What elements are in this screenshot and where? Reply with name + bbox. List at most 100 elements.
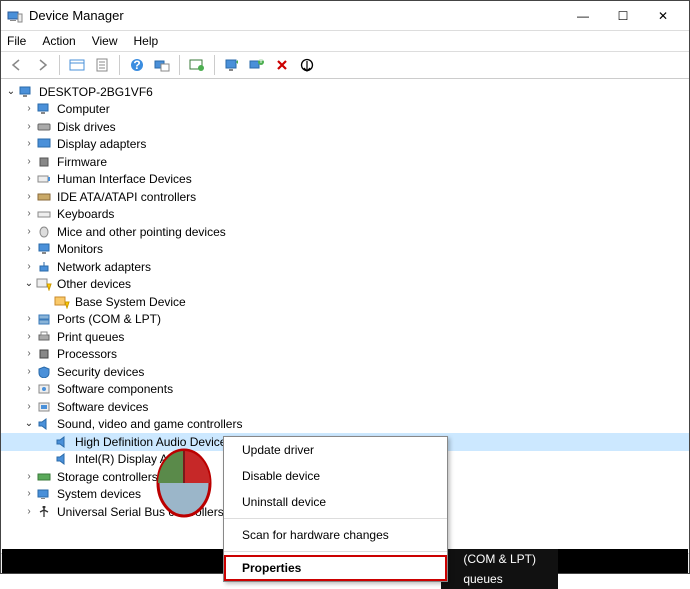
tree-label: System devices — [57, 485, 141, 503]
tree-item-sound-controllers[interactable]: ⌄ Sound, video and game controllers — [1, 416, 689, 434]
devices-button[interactable] — [152, 55, 172, 75]
tree-item-mice[interactable]: ›Mice and other pointing devices — [1, 223, 689, 241]
tree-item-software-devices[interactable]: ›Software devices — [1, 398, 689, 416]
chevron-right-icon[interactable]: › — [23, 135, 35, 153]
tree-item-processors[interactable]: ›Processors — [1, 346, 689, 364]
tree-item-other-devices[interactable]: ⌄Other devices — [1, 276, 689, 294]
help-button[interactable]: ? — [127, 55, 147, 75]
sound-icon — [53, 451, 71, 467]
chevron-right-icon[interactable]: › — [23, 345, 35, 363]
tree-item-monitors[interactable]: › Monitors — [1, 241, 689, 259]
chevron-right-icon[interactable]: › — [23, 468, 35, 486]
chip-icon — [35, 154, 53, 170]
chevron-right-icon[interactable]: › — [23, 205, 35, 223]
chevron-down-icon[interactable]: ⌄ — [23, 415, 35, 433]
port-icon — [35, 311, 53, 327]
tree-label: Monitors — [57, 240, 103, 258]
ide-icon — [35, 189, 53, 205]
chevron-right-icon[interactable]: › — [23, 258, 35, 276]
toolbar-separator — [59, 55, 60, 75]
chevron-right-icon[interactable]: › — [23, 240, 35, 258]
menubar: File Action View Help — [1, 31, 689, 51]
chevron-right-icon[interactable]: › — [23, 170, 35, 188]
minimize-button[interactable]: — — [563, 2, 603, 30]
chevron-right-icon[interactable]: › — [23, 118, 35, 136]
security-icon — [35, 364, 53, 380]
tree-item-network[interactable]: ›Network adapters — [1, 258, 689, 276]
toolbar-separator — [119, 55, 120, 75]
software-icon — [35, 399, 53, 415]
tree-item-security-devices[interactable]: ›Security devices — [1, 363, 689, 381]
toolbar-separator — [214, 55, 215, 75]
storage-icon — [35, 469, 53, 485]
svg-text:?: ? — [133, 58, 140, 72]
scan-hardware-button[interactable] — [187, 55, 207, 75]
chevron-right-icon[interactable]: › — [23, 328, 35, 346]
chevron-down-icon[interactable]: ⌄ — [5, 83, 17, 101]
tree-label: IDE ATA/ATAPI controllers — [57, 188, 196, 206]
tree-item-disk-drives[interactable]: › Disk drives — [1, 118, 689, 136]
chevron-down-icon[interactable]: ⌄ — [23, 275, 35, 293]
mouse-annotation-icon — [155, 448, 213, 518]
chevron-right-icon[interactable]: › — [23, 100, 35, 118]
ctx-properties[interactable]: Properties — [224, 555, 447, 581]
chevron-right-icon[interactable]: › — [23, 398, 35, 416]
tree-item-base-system-device[interactable]: Base System Device — [1, 293, 689, 311]
chevron-right-icon[interactable]: › — [23, 188, 35, 206]
menu-separator — [224, 518, 447, 519]
menu-help[interactable]: Help — [134, 34, 159, 48]
tree-item-software-components[interactable]: › Software components — [1, 381, 689, 399]
tree-label: Ports (COM & LPT) — [57, 310, 161, 328]
warning-device-icon — [53, 294, 71, 310]
show-hidden-button[interactable] — [67, 55, 87, 75]
chevron-right-icon[interactable]: › — [23, 310, 35, 328]
tree-label: Disk drives — [57, 118, 116, 136]
usb-icon — [35, 504, 53, 520]
menu-view[interactable]: View — [92, 34, 118, 48]
printer-icon — [35, 329, 53, 345]
close-button[interactable]: ✕ — [643, 2, 683, 30]
forward-button[interactable] — [32, 55, 52, 75]
ctx-scan-hardware[interactable]: Scan for hardware changes — [224, 522, 447, 548]
tree-item-ports[interactable]: › Ports (COM & LPT) — [1, 311, 689, 329]
back-button[interactable] — [7, 55, 27, 75]
add-legacy-button[interactable]: + — [247, 55, 267, 75]
tree-item-computer[interactable]: ›Computer — [1, 101, 689, 119]
cpu-icon — [35, 346, 53, 362]
computer-icon — [35, 101, 53, 117]
tree-label: Storage controllers — [57, 468, 158, 486]
tree-item-hid[interactable]: › Human Interface Devices — [1, 171, 689, 189]
tree-item-display-adapters[interactable]: ›Display adapters — [1, 136, 689, 154]
tree-label: Software components — [57, 380, 173, 398]
uninstall-button[interactable] — [272, 55, 292, 75]
tree-label: Human Interface Devices — [57, 170, 192, 188]
ctx-update-driver[interactable]: Update driver — [224, 437, 447, 463]
tree-item-firmware[interactable]: ›Firmware — [1, 153, 689, 171]
chevron-right-icon[interactable]: › — [23, 363, 35, 381]
ctx-uninstall-device[interactable]: Uninstall device — [224, 489, 447, 515]
svg-text:+: + — [257, 58, 264, 67]
update-driver-button[interactable] — [222, 55, 242, 75]
context-menu: Update driver Disable device Uninstall d… — [223, 436, 448, 582]
menu-file[interactable]: File — [7, 34, 26, 48]
disable-button[interactable] — [297, 55, 317, 75]
behind-text: (COM & LPT)queues — [441, 549, 558, 589]
tree-item-print-queues[interactable]: ›Print queues — [1, 328, 689, 346]
tree-root[interactable]: ⌄ DESKTOP-2BG1VF6 — [1, 83, 689, 101]
mouse-icon — [35, 224, 53, 240]
properties-button[interactable] — [92, 55, 112, 75]
ctx-disable-device[interactable]: Disable device — [224, 463, 447, 489]
tree-label: Sound, video and game controllers — [57, 415, 242, 433]
chevron-right-icon[interactable]: › — [23, 485, 35, 503]
chevron-right-icon[interactable]: › — [23, 153, 35, 171]
tree-label: Base System Device — [75, 293, 186, 311]
system-icon — [35, 486, 53, 502]
chevron-right-icon[interactable]: › — [23, 223, 35, 241]
tree-item-keyboards[interactable]: ›Keyboards — [1, 206, 689, 224]
chevron-right-icon[interactable]: › — [23, 503, 35, 521]
titlebar: Device Manager — ☐ ✕ — [1, 1, 689, 31]
chevron-right-icon[interactable]: › — [23, 380, 35, 398]
tree-item-ide[interactable]: › IDE ATA/ATAPI controllers — [1, 188, 689, 206]
menu-action[interactable]: Action — [42, 34, 75, 48]
maximize-button[interactable]: ☐ — [603, 2, 643, 30]
